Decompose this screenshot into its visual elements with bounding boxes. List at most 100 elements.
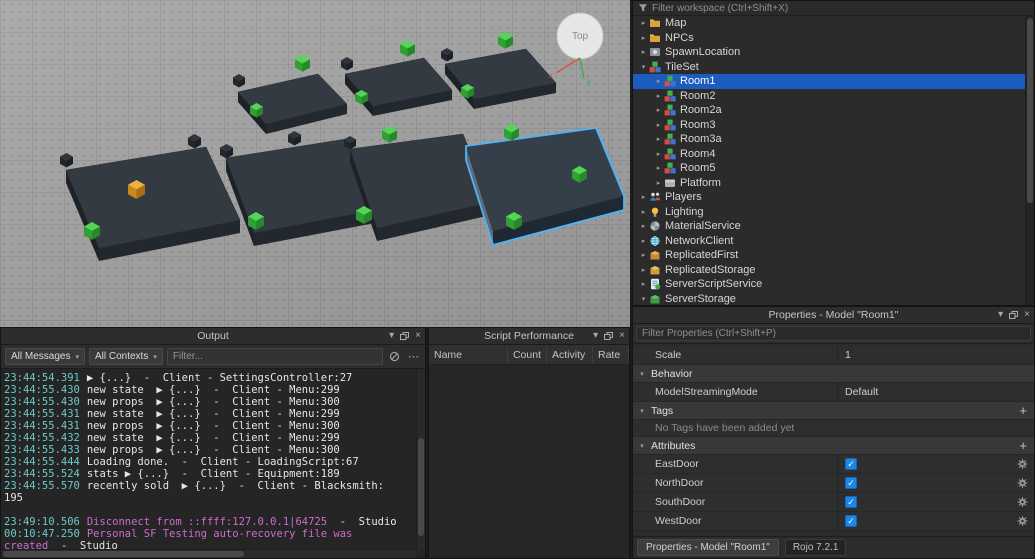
expand-arrow-icon[interactable]: ▸ (653, 92, 664, 100)
collapse-arrow-icon[interactable]: ▾ (638, 63, 649, 71)
output-log-line[interactable]: 23:44:54.391 ▶ {...} - Client - SettingsC… (4, 372, 416, 384)
green-marker-cube[interactable] (295, 55, 310, 72)
tree-item-room2[interactable]: ▸ Room2 (633, 89, 1025, 104)
panel-menu-chevron-icon[interactable]: ▾ (389, 331, 394, 341)
column-header-name[interactable]: Name (429, 345, 508, 364)
collapse-arrow-icon[interactable]: ▾ (633, 442, 651, 450)
output-log[interactable]: 23:44:54.391 ▶ {...} - Client - SettingsC… (1, 370, 416, 549)
close-panel-icon[interactable]: × (619, 331, 625, 341)
output-log-line[interactable]: 23:44:55.570 recently sold ▶ {...} - Clie… (4, 480, 416, 492)
dark-corner-cube[interactable] (188, 134, 201, 149)
output-log-line[interactable]: created - Studio (4, 540, 416, 549)
output-log-line[interactable] (4, 504, 416, 516)
float-panel-icon[interactable] (604, 332, 614, 340)
scrollbar-thumb[interactable] (3, 551, 244, 557)
tree-item-spawnlocation[interactable]: ▸ SpawnLocation (633, 45, 1025, 60)
property-value[interactable]: Default (838, 383, 1034, 401)
gear-icon[interactable] (1017, 478, 1028, 489)
tree-item-replicatedstorage[interactable]: ▸ ReplicatedStorage (633, 263, 1025, 278)
tree-item-tileset[interactable]: ▾ TileSet (633, 60, 1025, 75)
expand-arrow-icon[interactable]: ▸ (638, 48, 649, 56)
property-section-attributes[interactable]: ▾ Attributes + (633, 437, 1034, 455)
tree-item-lighting[interactable]: ▸ Lighting (633, 205, 1025, 220)
tree-item-materialservice[interactable]: ▸ MaterialService (633, 219, 1025, 234)
expand-arrow-icon[interactable]: ▸ (653, 135, 664, 143)
scrollbar-thumb[interactable] (1027, 18, 1033, 203)
output-log-line[interactable]: 23:44:55.431 new props ▶ {...} - Client -… (4, 420, 416, 432)
gear-icon[interactable] (1017, 516, 1028, 527)
view-selector[interactable]: Top x y (538, 6, 616, 86)
tree-item-room2a[interactable]: ▸ Room2a (633, 103, 1025, 118)
expand-arrow-icon[interactable]: ▸ (653, 150, 664, 158)
checkbox-westdoor[interactable]: ✓ (845, 515, 857, 527)
checkbox-northdoor[interactable]: ✓ (845, 477, 857, 489)
explorer-filter-input[interactable]: Filter workspace (Ctrl+Shift+X) (633, 1, 1034, 16)
expand-arrow-icon[interactable]: ▸ (653, 77, 664, 85)
room-tile[interactable] (237, 73, 348, 134)
float-panel-icon[interactable] (400, 332, 410, 340)
more-options-icon[interactable]: ⋯ (406, 350, 421, 363)
output-log-line[interactable]: 23:44:55.433 new props ▶ {...} - Client -… (4, 444, 416, 456)
attribute-row-southdoor[interactable]: SouthDoor ✓ (633, 493, 1034, 512)
script-performance-body[interactable] (429, 366, 629, 558)
property-section-tags[interactable]: ▾ Tags + (633, 402, 1034, 420)
attribute-row-eastdoor[interactable]: EastDoor ✓ (633, 455, 1034, 474)
panel-menu-chevron-icon[interactable]: ▾ (998, 310, 1003, 320)
tree-item-room4[interactable]: ▸ Room4 (633, 147, 1025, 162)
gear-icon[interactable] (1017, 497, 1028, 508)
expand-arrow-icon[interactable]: ▸ (638, 193, 649, 201)
collapse-arrow-icon[interactable]: ▾ (633, 370, 651, 378)
panel-menu-chevron-icon[interactable]: ▾ (593, 331, 598, 341)
output-filter-input[interactable]: Filter... (166, 348, 383, 365)
output-log-line[interactable]: 23:49:10.506 Disconnect from ::ffff:127.0… (4, 516, 416, 528)
dark-corner-cube[interactable] (341, 57, 353, 71)
expand-arrow-icon[interactable]: ▸ (653, 179, 664, 187)
gear-icon[interactable] (1017, 459, 1028, 470)
room-tile[interactable] (65, 146, 241, 261)
close-panel-icon[interactable]: × (1024, 310, 1030, 320)
room-tile[interactable] (344, 57, 453, 116)
output-log-line[interactable]: 23:44:55.430 new state ▶ {...} - Client -… (4, 384, 416, 396)
3d-scene[interactable] (0, 0, 630, 327)
output-log-line[interactable]: 23:44:55.432 new state ▶ {...} - Client -… (4, 432, 416, 444)
output-log-line[interactable]: 23:44:55.444 Loading done. - Client - Loa… (4, 456, 416, 468)
close-panel-icon[interactable]: × (415, 331, 421, 341)
collapse-arrow-icon[interactable]: ▾ (638, 295, 649, 303)
column-header-rate[interactable]: Rate (593, 345, 629, 364)
collapse-arrow-icon[interactable]: ▾ (633, 407, 651, 415)
attribute-row-northdoor[interactable]: NorthDoor ✓ (633, 474, 1034, 493)
explorer-scrollbar[interactable] (1025, 16, 1034, 305)
expand-arrow-icon[interactable]: ▸ (638, 19, 649, 27)
output-log-line[interactable]: 23:44:55.430 new props ▶ {...} - Client -… (4, 396, 416, 408)
expand-arrow-icon[interactable]: ▸ (638, 280, 649, 288)
output-horizontal-scrollbar[interactable] (1, 549, 416, 558)
float-panel-icon[interactable] (1009, 311, 1019, 319)
dark-corner-cube[interactable] (288, 131, 301, 146)
output-vertical-scrollbar[interactable] (416, 370, 425, 549)
expand-arrow-icon[interactable]: ▸ (653, 106, 664, 114)
dark-corner-cube[interactable] (233, 74, 245, 88)
add-button[interactable]: + (1019, 404, 1027, 417)
tree-item-networkclient[interactable]: ▸ NetworkClient (633, 234, 1025, 249)
column-header-count[interactable]: Count (508, 345, 547, 364)
green-marker-cube[interactable] (400, 40, 415, 57)
checkbox-eastdoor[interactable]: ✓ (845, 458, 857, 470)
property-section-behavior[interactable]: ▾ Behavior (633, 365, 1034, 383)
expand-arrow-icon[interactable]: ▸ (638, 222, 649, 230)
green-marker-cube[interactable] (382, 126, 397, 143)
expand-arrow-icon[interactable]: ▸ (653, 164, 664, 172)
expand-arrow-icon[interactable]: ▸ (653, 121, 664, 129)
3d-viewport[interactable]: Top x y (0, 0, 630, 327)
properties-filter-input[interactable]: Filter Properties (Ctrl+Shift+P) (636, 326, 1031, 341)
add-button[interactable]: + (1019, 439, 1027, 452)
tree-item-room5[interactable]: ▸ Room5 (633, 161, 1025, 176)
expand-arrow-icon[interactable]: ▸ (638, 237, 649, 245)
dark-corner-cube[interactable] (441, 48, 453, 62)
dark-corner-cube[interactable] (220, 144, 233, 159)
green-marker-cube[interactable] (498, 32, 513, 49)
tree-item-room1[interactable]: ▸ Room1 (633, 74, 1025, 89)
property-value[interactable]: 1 (838, 346, 1034, 364)
tree-item-players[interactable]: ▸ Players (633, 190, 1025, 205)
tree-item-serverstorage[interactable]: ▾ ServerStorage (633, 292, 1025, 306)
tree-item-room3[interactable]: ▸ Room3 (633, 118, 1025, 133)
